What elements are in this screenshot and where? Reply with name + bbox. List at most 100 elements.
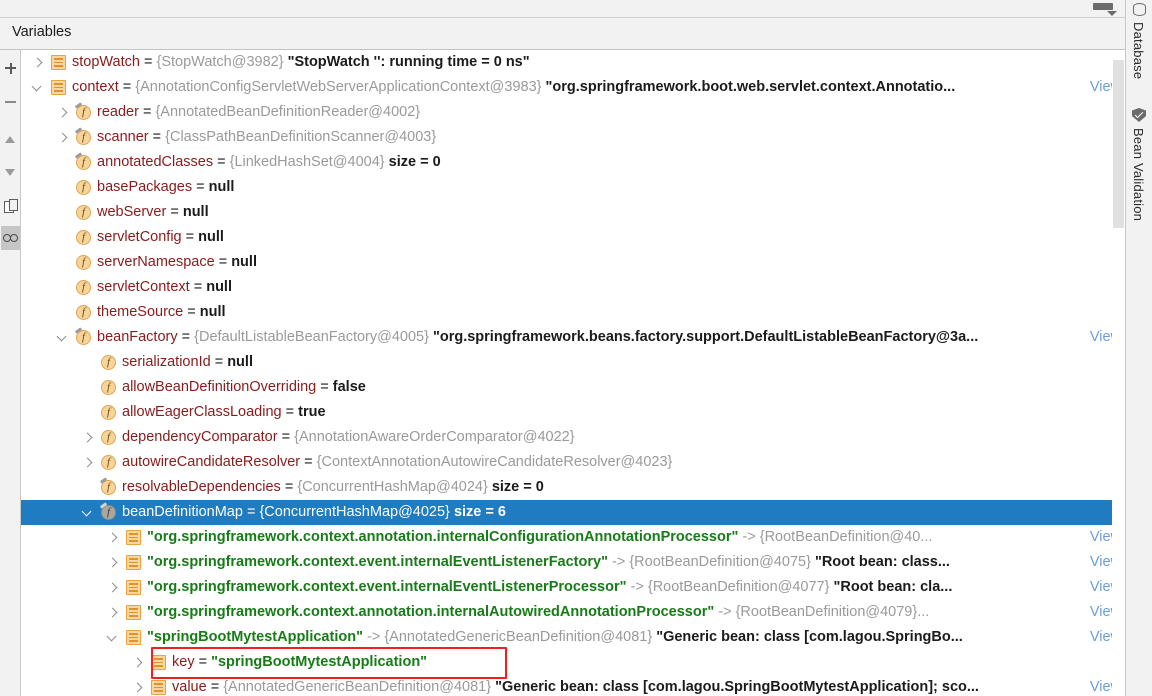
chevron-right-icon[interactable] xyxy=(130,650,146,675)
variable-assign-operator: = xyxy=(185,229,195,245)
variable-text: basePackages = null xyxy=(97,175,234,200)
chevron-right-icon[interactable] xyxy=(130,675,146,696)
chevron-right-icon[interactable] xyxy=(55,100,71,125)
chevron-down-icon[interactable] xyxy=(105,625,121,650)
plus-icon xyxy=(1,56,20,80)
variables-tree-row[interactable]: f allowBeanDefinitionOverriding = false xyxy=(21,375,1125,400)
add-watch-button[interactable] xyxy=(1,56,20,80)
remove-watch-button[interactable] xyxy=(1,90,20,114)
variables-tree-scroll-area[interactable]: stopWatch = {StopWatch@3982} "StopWatch … xyxy=(21,50,1125,696)
inspect-watches-button[interactable] xyxy=(1,226,20,250)
panel-settings-dropdown[interactable] xyxy=(1093,2,1119,16)
variable-value: "Root bean: cla... xyxy=(833,579,953,595)
chevron-down-icon[interactable] xyxy=(30,75,46,100)
variable-text: servletConfig = null xyxy=(97,225,224,250)
variables-tree-row[interactable]: "org.springframework.context.annotation.… xyxy=(21,525,1125,550)
variable-assign-operator: = xyxy=(320,379,329,395)
chevron-down-icon[interactable] xyxy=(55,325,71,350)
variable-value: null xyxy=(231,254,257,270)
variables-tree-row[interactable]: f dependencyComparator = {AnnotationAware… xyxy=(21,425,1125,450)
variable-name: dependencyComparator xyxy=(122,429,278,445)
variable-assign-operator: -> xyxy=(366,629,381,645)
variable-name: beanDefinitionMap xyxy=(122,504,243,520)
variables-tree-row[interactable]: f servletConfig = null xyxy=(21,225,1125,250)
variable-type: {StopWatch@3982} xyxy=(156,54,284,70)
variables-tree-row[interactable]: stopWatch = {StopWatch@3982} "StopWatch … xyxy=(21,50,1125,75)
copy-value-button[interactable] xyxy=(1,196,20,220)
debugger-variables-panel: Variables stopWatch = {StopWatch@3982} "… xyxy=(0,0,1152,696)
field-variable-icon: f xyxy=(76,280,91,295)
variable-type: {AnnotationConfigServletWebServerApplica… xyxy=(135,79,542,95)
variable-text: context = {AnnotationConfigServletWebSer… xyxy=(72,75,955,100)
variable-assign-operator: = xyxy=(304,454,313,470)
variable-assign-operator: = xyxy=(214,354,224,370)
variables-tree-row[interactable]: key = "springBootMytestApplication" xyxy=(21,650,1125,675)
field-variable-icon: f xyxy=(76,180,91,195)
variable-name: "springBootMytestApplication" xyxy=(147,629,363,645)
variable-text: reader = {AnnotatedBeanDefinitionReader@… xyxy=(97,100,420,125)
variable-name: reader xyxy=(97,104,139,120)
variables-tree-row[interactable]: f annotatedClasses = {LinkedHashSet@4004}… xyxy=(21,150,1125,175)
chevron-right-icon[interactable] xyxy=(105,525,121,550)
variables-tree-row[interactable]: value = {AnnotatedGenericBeanDefinition@… xyxy=(21,675,1125,696)
local-variable-icon xyxy=(51,80,66,95)
glasses-icon xyxy=(1,226,20,250)
variable-value: "StopWatch '': running time = 0 ns" xyxy=(287,54,530,70)
variable-value: "Generic bean: class [com.lagou.SpringBo… xyxy=(495,679,979,695)
variable-type: {RootBeanDefinition@4075} xyxy=(629,554,811,570)
chevron-right-icon[interactable] xyxy=(105,550,121,575)
variable-value: true xyxy=(298,404,326,420)
variable-text: "springBootMytestApplication" -> {Annota… xyxy=(147,625,963,650)
field-variable-icon: f xyxy=(76,330,91,345)
field-variable-icon: f xyxy=(101,405,116,420)
variables-tree-row[interactable]: f allowEagerClassLoading = true xyxy=(21,400,1125,425)
variable-text: scanner = {ClassPathBeanDefinitionScanne… xyxy=(97,125,436,150)
variable-name: basePackages xyxy=(97,179,193,195)
variables-tree-row[interactable]: f webServer = null xyxy=(21,200,1125,225)
variables-tree-row[interactable]: "org.springframework.context.annotation.… xyxy=(21,600,1125,625)
variable-name: key xyxy=(172,654,195,670)
variable-text: beanDefinitionMap = {ConcurrentHashMap@4… xyxy=(122,500,506,525)
chevron-right-icon[interactable] xyxy=(105,575,121,600)
variables-tree-row[interactable]: f beanFactory = {DefaultListableBeanFacto… xyxy=(21,325,1125,350)
variables-tree-row[interactable]: f serverNamespace = null xyxy=(21,250,1125,275)
variables-tree-row[interactable]: "org.springframework.context.event.inter… xyxy=(21,575,1125,600)
variable-text: key = "springBootMytestApplication" xyxy=(172,650,427,675)
variables-header: Variables xyxy=(0,18,1125,50)
move-up-button[interactable] xyxy=(1,128,20,152)
variables-tree-row[interactable]: "org.springframework.context.event.inter… xyxy=(21,550,1125,575)
variable-text: "org.springframework.context.annotation.… xyxy=(147,525,932,550)
vertical-scrollbar[interactable] xyxy=(1112,50,1125,696)
chevron-right-icon[interactable] xyxy=(105,600,121,625)
variables-tree-row[interactable]: f servletContext = null xyxy=(21,275,1125,300)
variables-tree-row[interactable]: f beanDefinitionMap = {ConcurrentHashMap@… xyxy=(21,500,1125,525)
variables-tree-row[interactable]: f resolvableDependencies = {ConcurrentHas… xyxy=(21,475,1125,500)
chevron-right-icon[interactable] xyxy=(80,425,96,450)
variable-text: stopWatch = {StopWatch@3982} "StopWatch … xyxy=(72,50,530,75)
variables-tree-row[interactable]: f reader = {AnnotatedBeanDefinitionReader… xyxy=(21,100,1125,125)
variable-assign-operator: -> xyxy=(611,554,626,570)
variable-name: "org.springframework.context.event.inter… xyxy=(147,554,608,570)
chevron-right-icon[interactable] xyxy=(80,450,96,475)
variables-tree-row[interactable]: "springBootMytestApplication" -> {Annota… xyxy=(21,625,1125,650)
chevron-down-icon[interactable] xyxy=(80,500,96,525)
move-down-button[interactable] xyxy=(1,160,20,184)
variable-text: servletContext = null xyxy=(97,275,232,300)
variables-tree-row[interactable]: f basePackages = null xyxy=(21,175,1125,200)
variable-assign-operator: = xyxy=(193,279,203,295)
variable-assign-operator: = xyxy=(246,504,256,520)
variable-assign-operator: = xyxy=(218,254,228,270)
variables-tree-row[interactable]: f themeSource = null xyxy=(21,300,1125,325)
variables-tree-row[interactable]: f autowireCandidateResolver = {ContextAnn… xyxy=(21,450,1125,475)
variable-name: allowEagerClassLoading xyxy=(122,404,282,420)
vertical-scrollbar-thumb[interactable] xyxy=(1113,60,1124,228)
variables-tree-row[interactable]: f scanner = {ClassPathBeanDefinitionScann… xyxy=(21,125,1125,150)
variables-tree-row[interactable]: f serializationId = null xyxy=(21,350,1125,375)
variables-tree-row[interactable]: context = {AnnotationConfigServletWebSer… xyxy=(21,75,1125,100)
field-variable-icon: f xyxy=(76,105,91,120)
chevron-right-icon[interactable] xyxy=(30,50,46,75)
variable-type: {AnnotatedGenericBeanDefinition@4081} xyxy=(223,679,492,695)
chevron-right-icon[interactable] xyxy=(55,125,71,150)
field-variable-icon: f xyxy=(101,505,116,520)
tool-window-tab-bean-validation[interactable]: Bean Validation xyxy=(1126,108,1152,288)
